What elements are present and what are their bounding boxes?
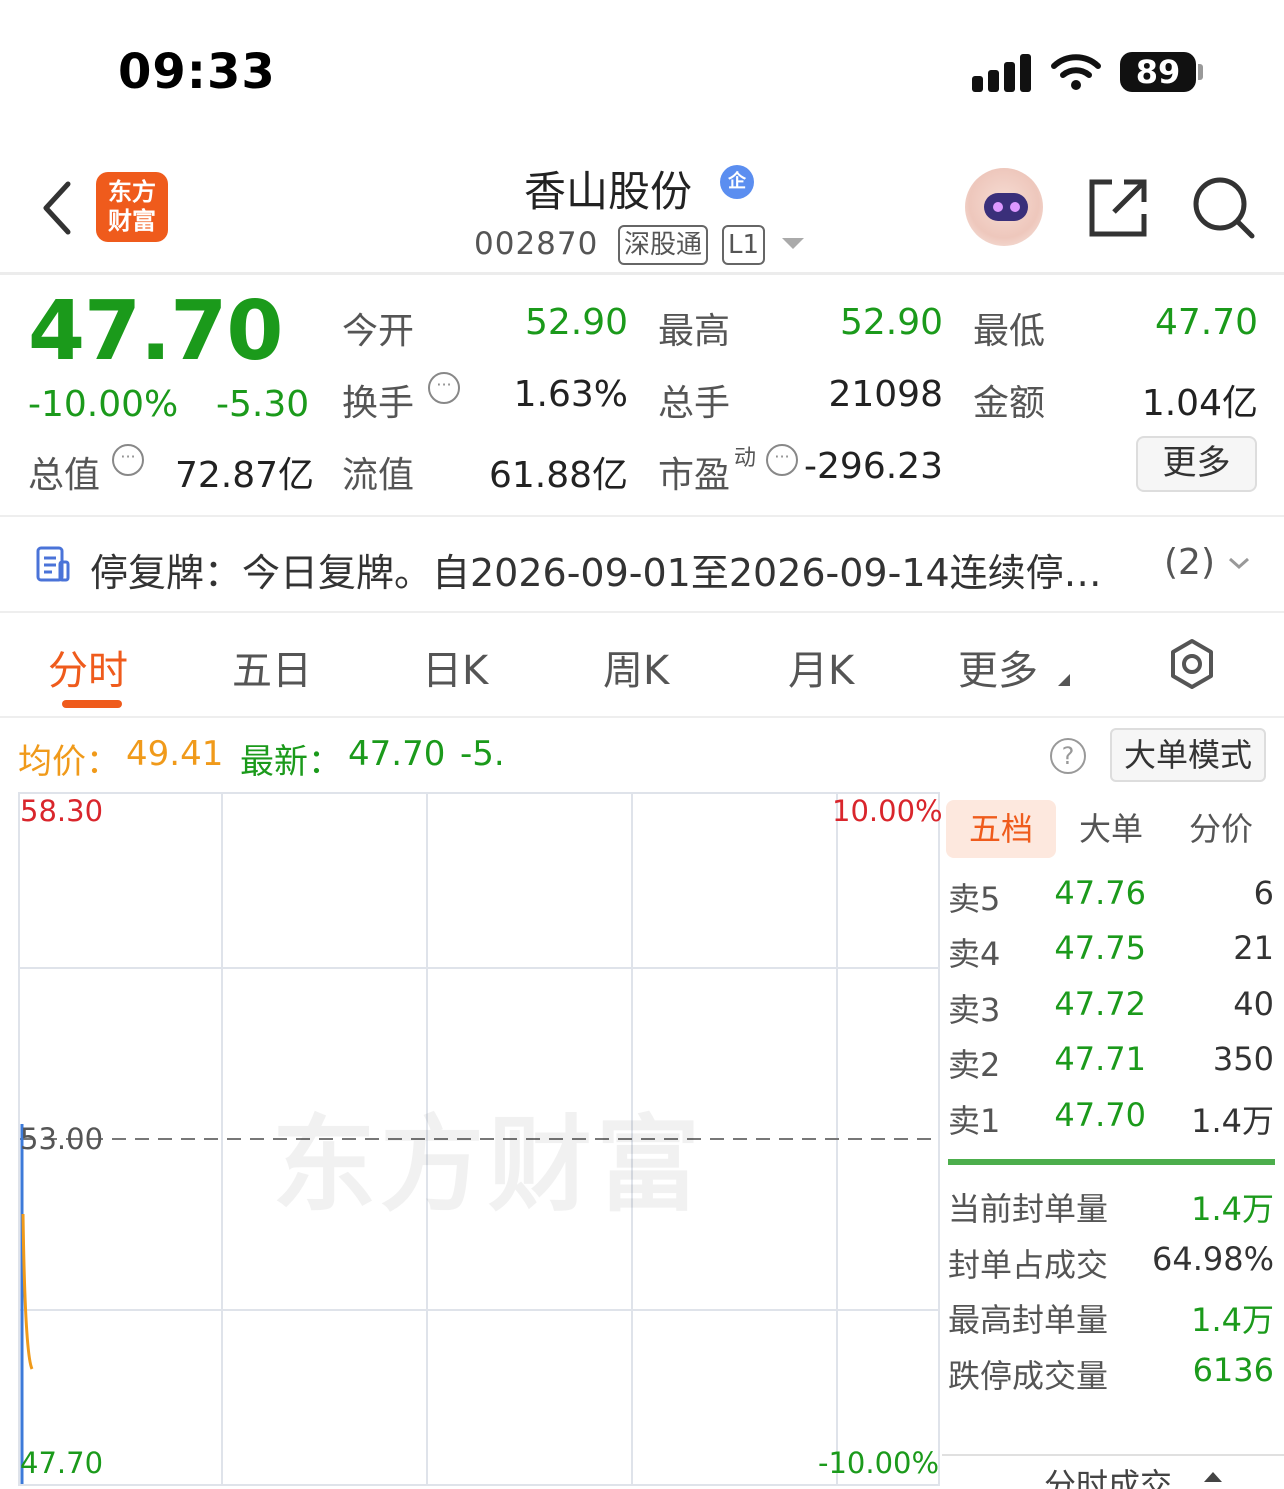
high-label: 最高 [658,311,731,352]
wifi-icon [1051,54,1101,90]
market-cap-label: 总值 [28,455,101,496]
ask-row: 卖4 47.75 21 [948,929,1274,973]
stock-name: 香山股份 [523,167,692,216]
latest-change-value: -5. [460,734,505,774]
pct-axis-min-label: -10.00% [818,1446,940,1480]
change-amount: -5.30 [216,384,310,425]
latest-price-value: 47.70 [348,734,446,774]
open-value: 52.90 [524,302,628,343]
tab-daily-k[interactable]: 日K [422,638,488,696]
volume-value: 21098 [828,374,943,415]
turnover-value: 1.63% [513,374,628,415]
document-icon [36,546,70,582]
bid-ask-separator-bar [948,1159,1275,1165]
low-label: 最低 [973,311,1046,352]
volume-label: 总手 [658,383,731,424]
tab-five-levels[interactable]: 五档 [946,800,1056,858]
latest-price-label: 最新： [240,742,342,782]
status-time: 09:33 [118,44,276,100]
seal-row: 跌停成交量 6136 [948,1351,1274,1395]
amount-label: 金额 [973,383,1046,424]
divider [0,515,1284,517]
divider [0,611,1284,613]
battery-tip [1198,64,1203,80]
big-order-mode-button[interactable]: 大单模式 [1110,728,1266,782]
float-cap-value: 61.88亿 [488,455,628,496]
tab-weekly-k[interactable]: 周K [603,638,669,696]
seal-row: 封单占成交 64.98% [948,1240,1274,1284]
avg-price-value: 49.41 [126,734,224,774]
open-label: 今开 [342,311,415,352]
header-divider [0,272,1284,275]
back-icon[interactable] [38,178,78,238]
avg-price-label: 均价： [18,742,120,782]
watermark-logo: 东方财富 [272,1104,705,1226]
market-cap-value: 72.87亿 [174,455,314,496]
change-percent: -10.00% [28,384,179,425]
y-axis-mid-label: 53.00 [20,1122,104,1156]
float-cap-label: 流值 [342,455,415,496]
tab-big-orders[interactable]: 大单 [1056,800,1166,858]
pct-axis-max-label: 10.00% [832,794,943,828]
active-tab-underline [62,700,122,708]
tab-more[interactable]: 更多 [958,638,1038,696]
shenzhen-connect-tag: 深股通 [618,225,709,265]
tab-five-day[interactable]: 五日 [232,638,312,696]
pe-value: -296.23 [804,446,943,487]
more-corner-arrow-icon [1058,674,1070,686]
tick-trades-toggle[interactable]: 分时成交 [1044,1460,1172,1489]
amount-value: 1.04亿 [1141,383,1258,424]
gear-icon[interactable] [1166,638,1218,690]
turnover-label: 换手 [342,383,415,424]
tab-intraday[interactable]: 分时 [48,638,128,696]
turnover-info-icon[interactable]: ··· [428,372,460,404]
search-icon[interactable] [1190,174,1256,240]
ai-assistant-face [984,193,1028,221]
seal-row: 最高封单量 1.4万 [948,1301,1274,1339]
divider [0,716,1284,718]
average-line [21,1213,34,1370]
current-price: 47.70 [28,284,283,379]
ask-row: 卖5 47.76 6 [948,874,1274,918]
share-icon[interactable] [1086,176,1150,240]
y-axis-min-label: 47.70 [20,1446,104,1480]
pe-label: 市盈 [658,455,731,496]
ai-assistant-eye [1010,202,1020,212]
low-value: 47.70 [1154,302,1258,343]
app-logo[interactable]: 东方 财富 [96,172,168,242]
tab-price-distribution[interactable]: 分价 [1166,800,1276,858]
order-book-footer-divider [942,1454,1284,1456]
pe-info-icon[interactable]: ··· [766,444,798,476]
suspension-notice[interactable]: 停复牌：今日复牌。自2026-09-01至2026-09-14连续停… [90,542,1102,597]
ask-row: 卖2 47.71 350 [948,1040,1274,1084]
cellular-signal-icon [972,52,1034,92]
chevron-down-icon[interactable] [1228,552,1250,574]
battery-indicator: 89 [1120,52,1196,92]
seal-row: 当前封单量 1.4万 [948,1190,1274,1228]
pe-dynamic-superscript: 动 [734,446,757,471]
market-cap-info-icon[interactable]: ··· [112,444,144,476]
help-icon[interactable]: ? [1050,738,1086,774]
high-value: 52.90 [839,302,943,343]
tab-monthly-k[interactable]: 月K [788,638,854,696]
y-axis-max-label: 58.30 [20,794,104,828]
more-quote-button[interactable]: 更多 [1136,436,1257,492]
dropdown-arrow-icon[interactable] [782,238,804,249]
ask-row: 卖3 47.72 40 [948,985,1274,1029]
ask-row: 卖1 47.70 1.4万 [948,1096,1274,1140]
ai-assistant-eye [993,202,1003,212]
enterprise-badge: 企 [720,165,754,199]
caret-up-icon[interactable] [1204,1472,1222,1482]
level-tag: L1 [722,225,766,265]
notice-count[interactable]: (2) [1164,542,1215,583]
stock-code: 002870 [474,226,599,262]
